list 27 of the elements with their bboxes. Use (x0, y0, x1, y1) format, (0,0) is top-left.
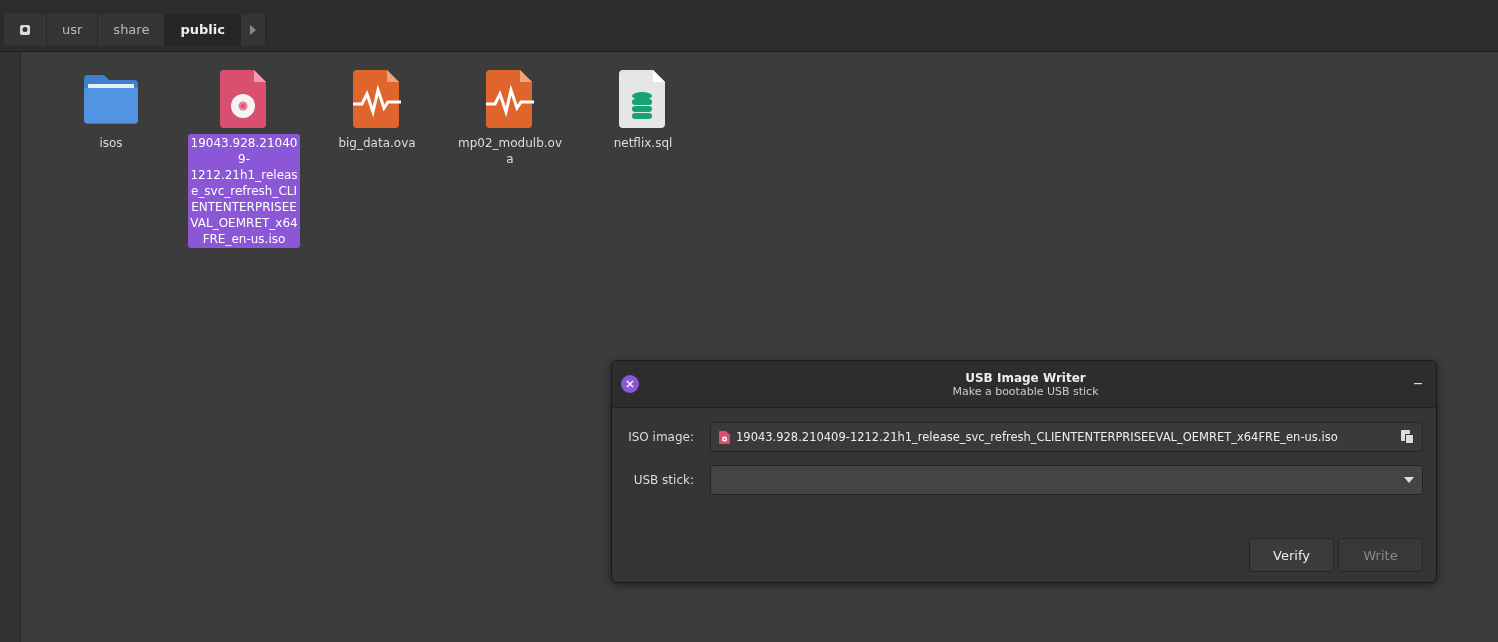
waveform-file-icon (353, 70, 401, 128)
database-file-icon (619, 70, 667, 128)
close-icon (626, 380, 634, 388)
triangle-right-icon (249, 24, 256, 35)
breadcrumb-item[interactable]: public (165, 13, 241, 46)
home-button[interactable] (4, 13, 47, 46)
close-button[interactable] (621, 375, 639, 393)
disc-file-icon (719, 430, 730, 444)
file-name[interactable]: netflix.sql (611, 134, 675, 152)
iso-file-chooser[interactable]: 19043.928.210409-1212.21h1_release_svc_refresh_CLIENTENTERPRISEEVAL_OEMRET_x64FRE_en-us.iso (710, 422, 1423, 452)
file-name[interactable]: mp02_modulb.ova (454, 134, 566, 168)
breadcrumb-item[interactable]: share (98, 13, 166, 46)
dropdown-arrow-icon (1404, 477, 1414, 483)
dialog-button[interactable]: Verify (1249, 538, 1334, 572)
dialog-title: USB Image Writer (965, 370, 1086, 385)
documents-icon (1401, 430, 1414, 444)
waveform-file-icon (486, 70, 534, 128)
usb-label: USB stick: (632, 473, 694, 487)
file-name[interactable]: isos (97, 134, 125, 152)
disc-file-icon (220, 70, 268, 128)
dialog-subtitle: Make a bootable USB stick (952, 384, 1099, 398)
breadcrumb-item[interactable]: usr (47, 13, 99, 46)
iso-label: ISO image: (628, 430, 694, 444)
file-name[interactable]: big_data.ova (336, 134, 418, 152)
minimize-icon (1414, 383, 1422, 385)
forward-button[interactable] (240, 13, 266, 46)
file-name[interactable]: 19043.928.210409-1212.21h1_release_svc_refresh_CLIENTENTERPRISEEVAL_OEMRET_x64FRE_en-us.iso (188, 134, 300, 248)
